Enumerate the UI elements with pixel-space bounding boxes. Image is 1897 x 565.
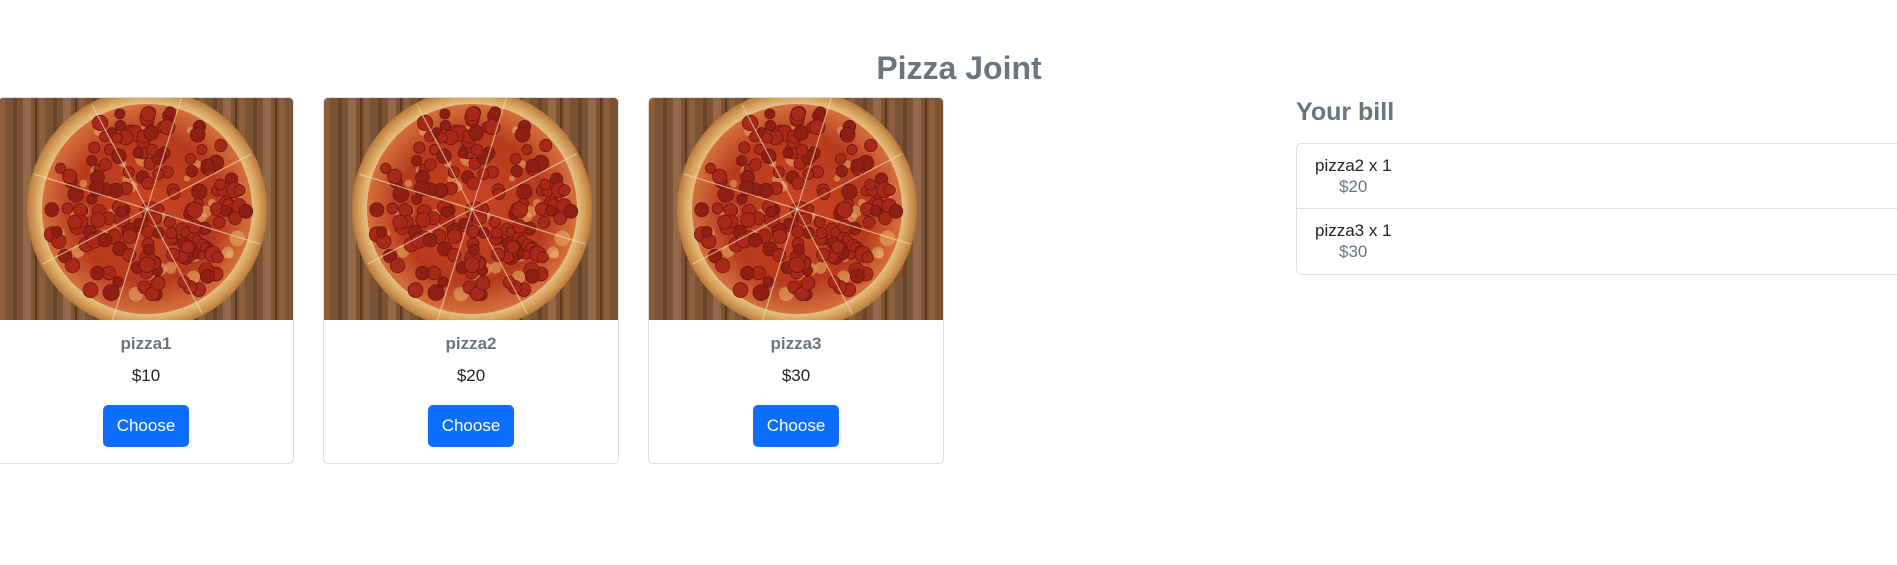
- bill-item-price: $30: [1339, 242, 1368, 261]
- choose-button[interactable]: Choose: [103, 405, 189, 447]
- pizza-price: $20: [456, 366, 486, 385]
- bill-list: pizza2 x 1 $20 pizza3 x 1 $30: [1296, 143, 1897, 275]
- bill-item-label: pizza3 x 1: [1315, 221, 1392, 240]
- choose-button[interactable]: Choose: [428, 405, 514, 447]
- choose-button[interactable]: Choose: [753, 405, 839, 447]
- pizza-name: pizza2: [445, 334, 497, 353]
- pizza-card: pizza3 $30 Choose: [648, 97, 944, 464]
- pizza-price: $10: [131, 366, 161, 385]
- pizza-name: pizza1: [120, 334, 172, 353]
- bill-item: pizza3 x 1 $30: [1297, 209, 1897, 274]
- page-title: Pizza Joint: [876, 50, 1042, 86]
- pepperoni-pizza-image: [0, 98, 293, 320]
- bill-item-price: $20: [1339, 177, 1368, 196]
- bill-item-label: pizza2 x 1: [1315, 156, 1392, 175]
- pepperoni-pizza-image: [649, 98, 943, 320]
- pepperoni-pizza-image: [324, 98, 618, 320]
- pizza-price: $30: [781, 366, 811, 385]
- bill-panel: Your bill pizza2 x 1 $20 pizza3 x 1 $30: [1296, 97, 1897, 275]
- page: Pizza Joint pizza1 $10 Choose pizza2 $20…: [0, 0, 1897, 565]
- pizza-name: pizza3: [770, 334, 822, 353]
- bill-item: pizza2 x 1 $20: [1297, 144, 1897, 209]
- pizza-card: pizza2 $20 Choose: [323, 97, 619, 464]
- pizza-card: pizza1 $10 Choose: [0, 97, 294, 464]
- bill-title: Your bill: [1296, 98, 1395, 126]
